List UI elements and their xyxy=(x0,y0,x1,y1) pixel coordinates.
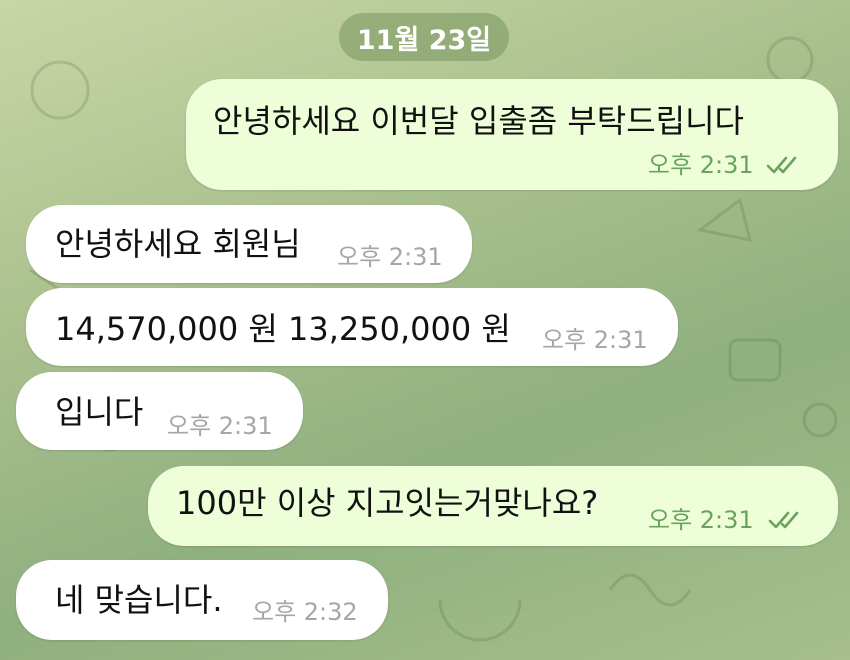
message-time: 오후 2:31 xyxy=(648,151,754,179)
message-time: 오후 2:31 xyxy=(648,506,754,534)
read-double-check-icon xyxy=(768,511,799,529)
date-label: 11월 23일 xyxy=(356,24,492,56)
message-time: 오후 2:32 xyxy=(252,598,358,626)
message-bubble-incoming[interactable]: 14,570,000 원 13,250,000 원 오후 2:31 xyxy=(26,288,678,366)
message-bubble-outgoing[interactable]: 100만 이상 지고잇는거맞나요? 오후 2:31 xyxy=(148,466,838,546)
message-time: 오후 2:31 xyxy=(337,243,443,271)
message-text: 안녕하세요 회원님 xyxy=(55,225,301,263)
read-double-check-icon xyxy=(766,156,797,174)
message-text: 입니다 xyxy=(55,393,144,431)
message-bubble-outgoing[interactable]: 안녕하세요 이번달 입출좀 부탁드립니다 오후 2:31 xyxy=(186,79,838,190)
message-bubble-incoming[interactable]: 네 맞습니다. 오후 2:32 xyxy=(16,560,388,640)
message-time: 오후 2:31 xyxy=(167,412,273,440)
message-text: 안녕하세요 이번달 입출좀 부탁드립니다 xyxy=(213,102,744,140)
message-text: 100만 이상 지고잇는거맞나요? xyxy=(176,484,599,522)
message-time: 오후 2:31 xyxy=(542,326,648,354)
message-text: 네 맞습니다. xyxy=(55,581,223,619)
message-text: 14,570,000 원 13,250,000 원 xyxy=(55,310,511,348)
message-bubble-incoming[interactable]: 입니다 오후 2:31 xyxy=(16,372,303,450)
date-separator: 11월 23일 xyxy=(339,13,509,61)
message-bubble-incoming[interactable]: 안녕하세요 회원님 오후 2:31 xyxy=(26,205,472,283)
